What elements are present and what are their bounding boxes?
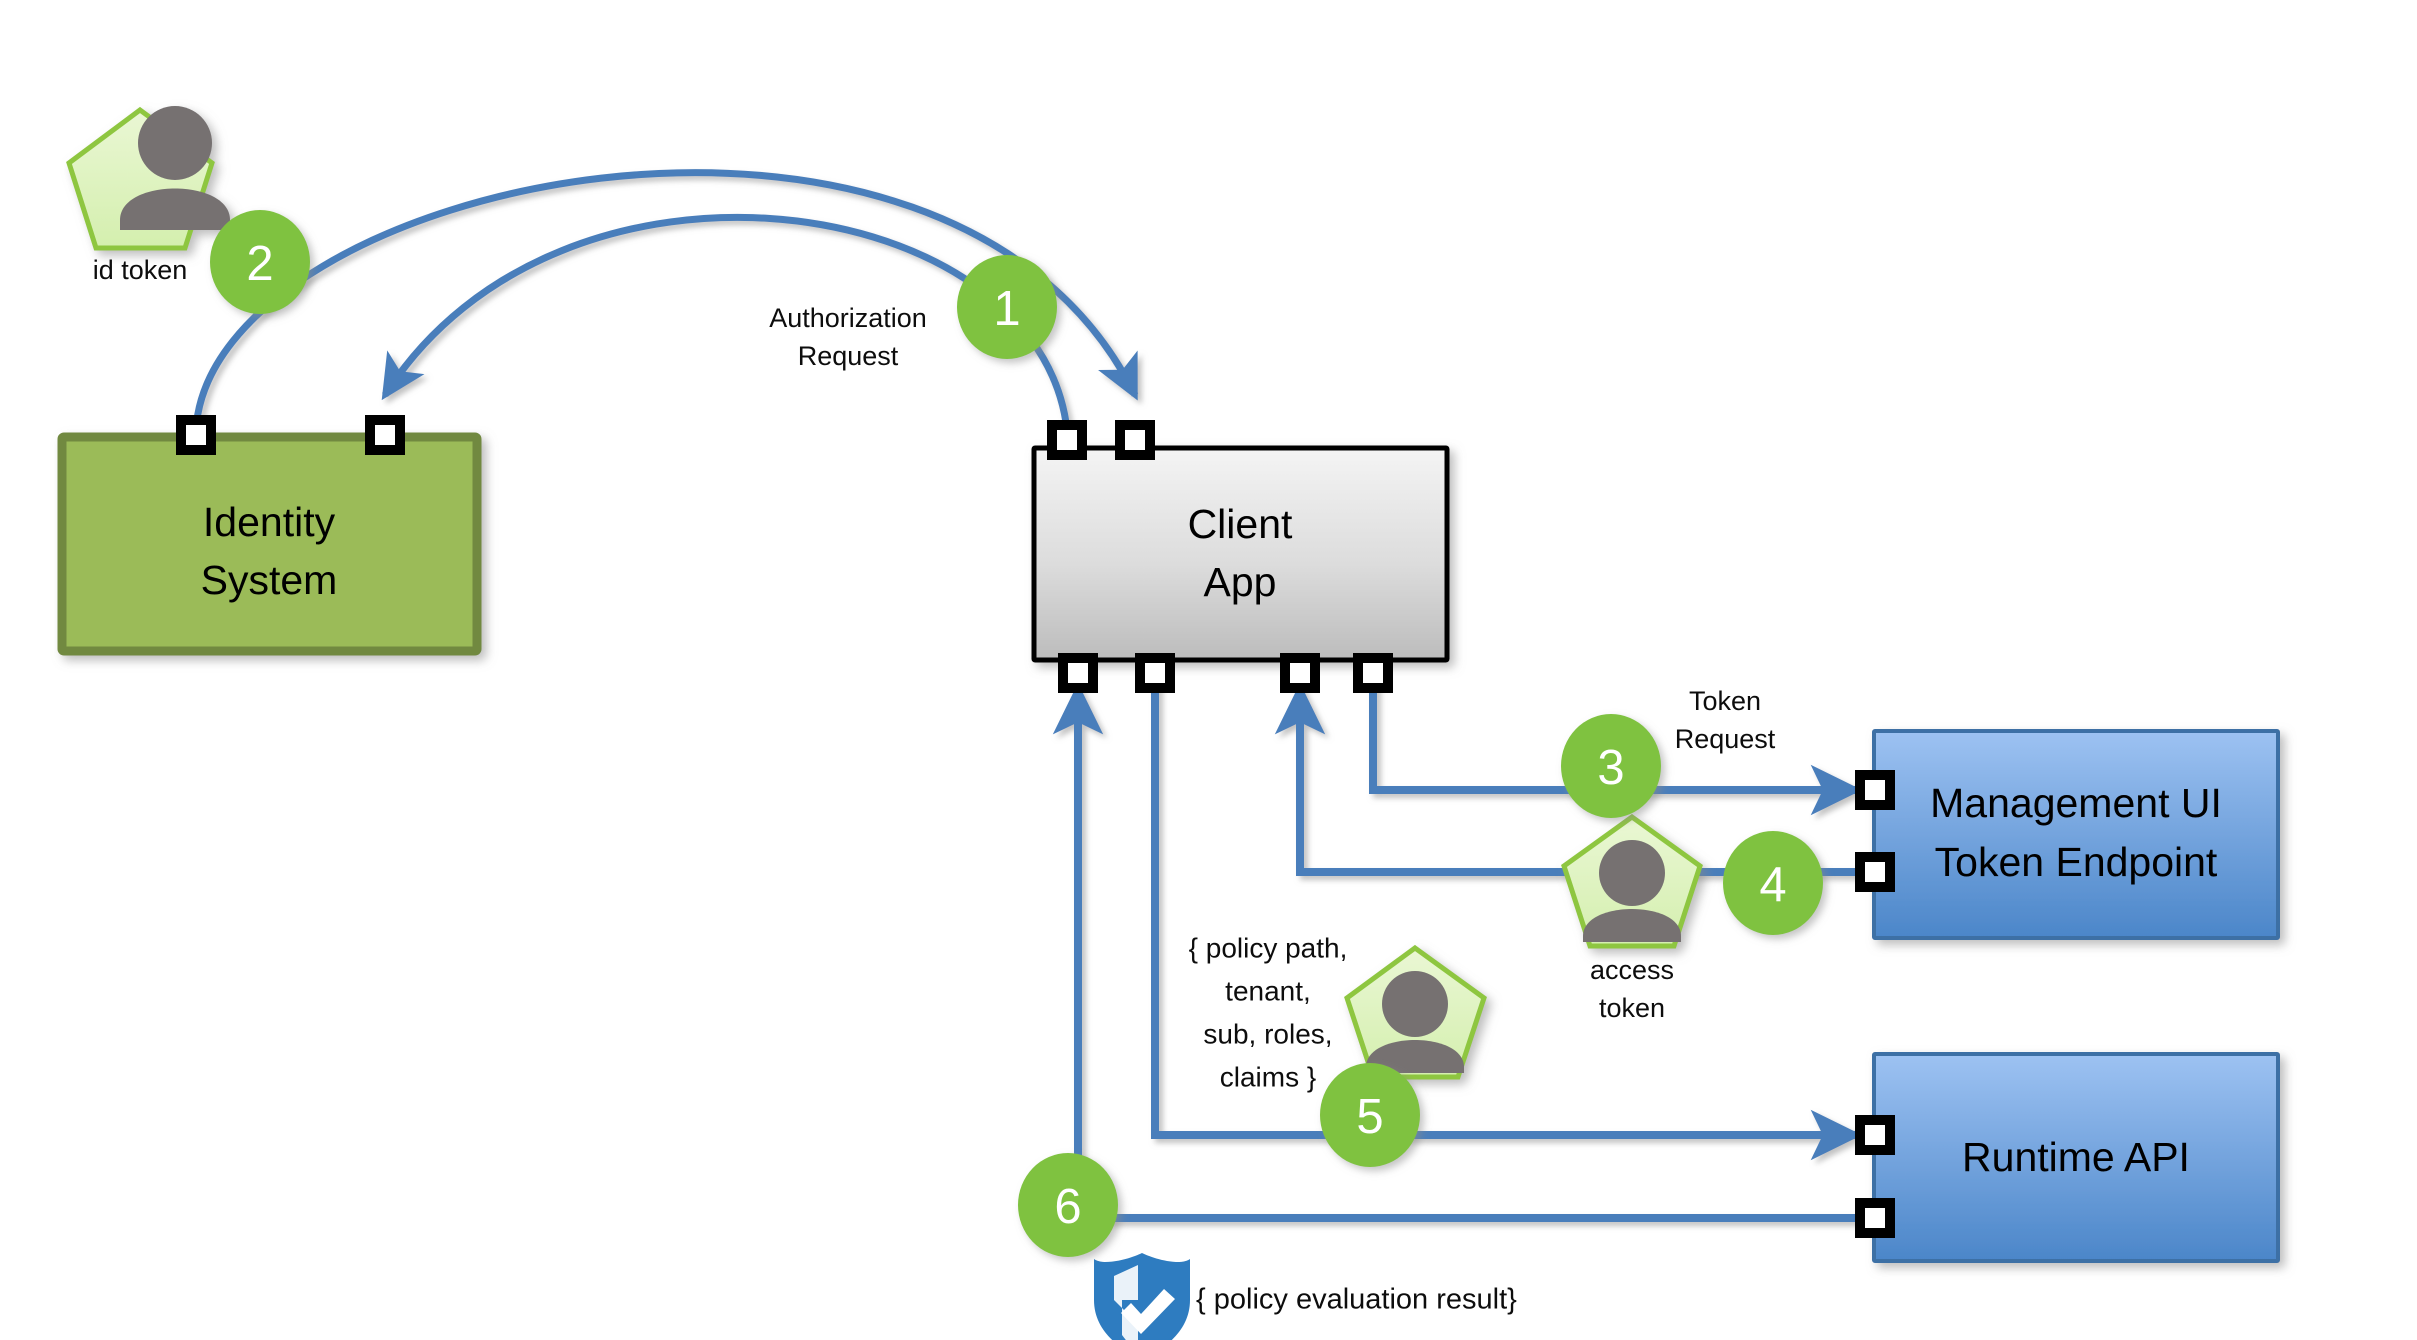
management-ui-label-line-2: Token Endpoint: [1935, 839, 2218, 885]
port-management-top-left[interactable]: [1855, 770, 1895, 810]
port-client-bottom-3[interactable]: [1280, 653, 1320, 693]
step-badge-1[interactable]: 1: [957, 255, 1057, 359]
port-identity-right[interactable]: [365, 415, 405, 455]
access-token-caption-line-1: access: [1590, 955, 1674, 985]
port-management-bottom-left[interactable]: [1855, 852, 1895, 892]
port-identity-left[interactable]: [176, 415, 216, 455]
token-request-label-line-1: Token: [1689, 686, 1761, 716]
id-token-icon: [66, 106, 230, 251]
policy-request-payload-line-3: sub, roles,: [1203, 1018, 1332, 1049]
port-runtime-top-left[interactable]: [1855, 1115, 1895, 1155]
port-client-bottom-1[interactable]: [1058, 653, 1098, 693]
management-ui-box[interactable]: [1872, 729, 2280, 940]
identity-system-label-line-1: Identity: [203, 499, 336, 545]
client-app-label-line-2: App: [1204, 559, 1277, 605]
authorization-request-label-line-1: Authorization: [769, 303, 927, 333]
badge-label: 4: [1759, 858, 1786, 912]
badge-label: 2: [246, 237, 273, 291]
claims-token-icon: [1344, 944, 1487, 1080]
access-token-caption-line-2: token: [1599, 993, 1665, 1023]
badge-label: 5: [1356, 1090, 1383, 1144]
policy-request-payload-line-2: tenant,: [1225, 975, 1311, 1006]
port-runtime-bottom-left[interactable]: [1855, 1198, 1895, 1238]
node-management-ui-token-endpoint[interactable]: Management UI Token Endpoint: [1872, 729, 2280, 940]
badge-label: 1: [993, 282, 1020, 336]
port-client-bottom-2[interactable]: [1135, 653, 1175, 693]
diagram-canvas: Identity System Client App Management UI…: [57, 106, 2280, 1340]
client-app-label-line-1: Client: [1188, 501, 1293, 547]
identity-system-label-line-2: System: [201, 557, 338, 603]
management-ui-label-line-1: Management UI: [1930, 780, 2222, 826]
node-runtime-api[interactable]: Runtime API: [1872, 1052, 2280, 1263]
token-request-label-line-2: Request: [1675, 724, 1776, 754]
port-client-top-right[interactable]: [1115, 420, 1155, 460]
badge-label: 6: [1054, 1180, 1081, 1234]
runtime-api-label: Runtime API: [1962, 1134, 2190, 1180]
badge-label: 3: [1597, 741, 1624, 795]
step-badge-5[interactable]: 5: [1320, 1063, 1420, 1167]
node-identity-system[interactable]: Identity System: [57, 432, 482, 656]
step-badge-2[interactable]: 2: [210, 210, 310, 314]
id-token-caption: id token: [93, 255, 188, 285]
policy-request-payload-line-1: { policy path,: [1189, 932, 1348, 963]
port-client-top-left[interactable]: [1047, 420, 1087, 460]
client-app-box[interactable]: [1031, 445, 1450, 663]
port-client-bottom-4[interactable]: [1353, 653, 1393, 693]
step-badge-6[interactable]: 6: [1018, 1153, 1118, 1257]
step-badge-4[interactable]: 4: [1723, 831, 1823, 935]
step-badge-3[interactable]: 3: [1561, 714, 1661, 818]
node-client-app[interactable]: Client App: [1031, 445, 1450, 663]
policy-result-payload-text: { policy evaluation result}: [1196, 1284, 1517, 1316]
policy-request-payload-line-4: claims }: [1220, 1061, 1316, 1092]
access-token-icon: [1561, 813, 1703, 949]
flow-diagram: Identity System Client App Management UI…: [0, 0, 2417, 1340]
authorization-request-label-line-2: Request: [798, 341, 899, 371]
shield-check-icon: [1094, 1253, 1190, 1340]
